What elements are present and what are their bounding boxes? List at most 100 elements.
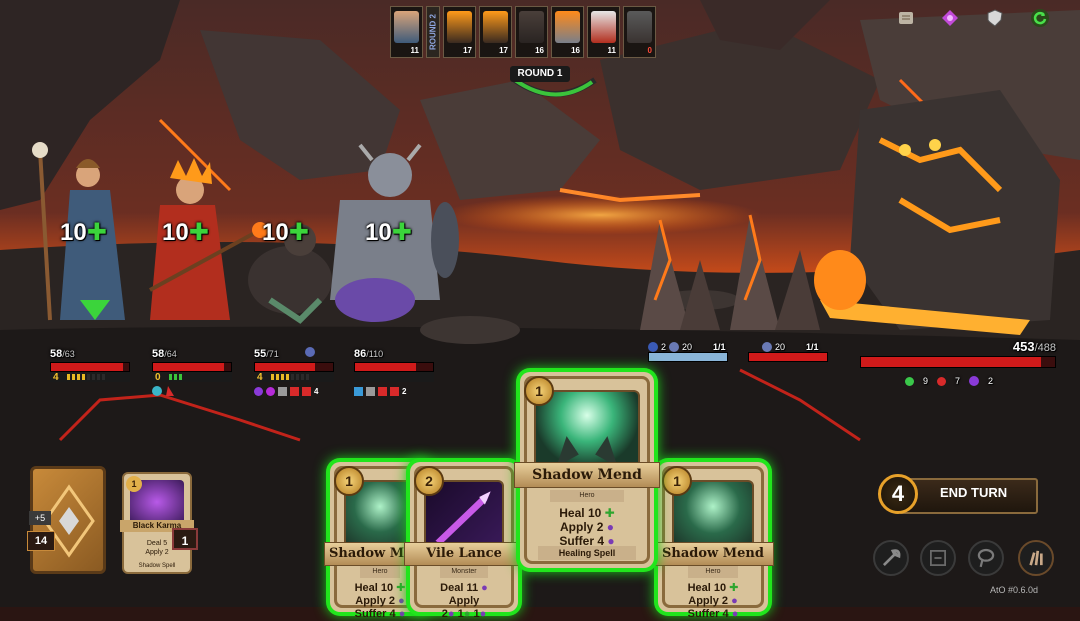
turn-portrait-flame-creature-b[interactable]: 17 bbox=[479, 6, 512, 58]
hp-value: 58 bbox=[50, 348, 63, 360]
shield-value: 20 bbox=[775, 342, 786, 352]
turn-portrait-flame-creature-a[interactable]: 17 bbox=[443, 6, 476, 58]
heal-amount: 10 bbox=[60, 219, 87, 246]
effect-label: Apply bbox=[688, 595, 719, 607]
energy-pip bbox=[97, 374, 100, 380]
enemy-boss-status: 453/488 bbox=[860, 338, 1056, 368]
card-footer: Healing Spell bbox=[538, 546, 636, 560]
deck-count: 14 bbox=[27, 531, 55, 551]
energy-pip bbox=[291, 374, 294, 380]
turn-portrait-priestess[interactable]: 11 bbox=[390, 6, 423, 58]
energy-pip bbox=[179, 374, 182, 380]
enemy-spike-2-status: 20 1/1 bbox=[748, 342, 828, 362]
lasso-icon[interactable] bbox=[968, 540, 1004, 576]
hp-fill bbox=[355, 363, 416, 371]
effect-label: Heal bbox=[559, 506, 585, 520]
turn-order-bar: 11 ROUND 2 17 17 16 16 11 0 bbox=[390, 6, 690, 58]
hp-max: /63 bbox=[62, 349, 75, 359]
energy-value: 4 bbox=[257, 371, 263, 383]
hp-bar bbox=[354, 362, 434, 372]
enemy-boss-buffs: 9 7 2 bbox=[905, 376, 993, 386]
card-cost: 1 bbox=[126, 476, 142, 492]
effect-value: 10 bbox=[587, 506, 602, 520]
shield-icon bbox=[669, 342, 680, 352]
hero-3-heal-indicator: 10✚ bbox=[262, 218, 309, 247]
stack-value: 2 bbox=[661, 342, 667, 352]
refresh-icon[interactable] bbox=[1030, 8, 1050, 28]
turn-portrait-fire-monk[interactable]: 11 bbox=[587, 6, 620, 58]
draw-pile[interactable]: +5 14 bbox=[27, 466, 106, 574]
hero-4-status: 86/110 bbox=[354, 344, 434, 382]
energy-pip bbox=[301, 374, 304, 380]
heal-amount: 10 bbox=[262, 219, 289, 246]
shield-icon[interactable] bbox=[985, 8, 1005, 28]
energy-pip bbox=[92, 374, 95, 380]
effect-label: Apply bbox=[448, 595, 480, 607]
shadow-icon: ● bbox=[398, 595, 405, 607]
turn-portrait-rat-scout[interactable]: 16 bbox=[515, 6, 548, 58]
hand-card-vile-lance[interactable]: 2 Vile Lance Monster Deal 11 ● Apply 2● … bbox=[404, 462, 524, 620]
card-art bbox=[534, 390, 640, 472]
hp-fill bbox=[255, 363, 316, 371]
hand-card-shadow-mend-2[interactable]: 1 Shadow Mend Hero Heal 10 ✚ Apply 2 ● S… bbox=[514, 372, 660, 568]
discard-count[interactable]: 1 bbox=[172, 528, 198, 550]
gem-icon[interactable] bbox=[940, 8, 960, 28]
dark-icon: ● bbox=[731, 608, 739, 620]
card-footer: Shadow Spell bbox=[138, 563, 176, 569]
effect-value: 2 bbox=[596, 520, 604, 534]
turn-portrait-demon-knight[interactable]: 16 bbox=[551, 6, 584, 58]
hp-value: 1/1 bbox=[713, 342, 726, 352]
stack-icon bbox=[648, 342, 658, 352]
rune-icon[interactable] bbox=[920, 540, 956, 576]
fury-icon bbox=[290, 386, 299, 396]
fast-icon bbox=[354, 386, 363, 396]
shadow-icon: ● bbox=[606, 520, 614, 534]
hp-bar bbox=[254, 362, 334, 372]
energy-bar: 0 bbox=[152, 372, 232, 383]
hero-3-status: 55/71 4 bbox=[254, 344, 334, 383]
energy-pip bbox=[296, 374, 299, 380]
hp-fill bbox=[153, 363, 224, 371]
hp-value: 86 bbox=[354, 348, 367, 360]
hero-3-effects: 4 bbox=[254, 383, 334, 399]
energy-pip bbox=[286, 374, 289, 380]
hp-value: 1/1 bbox=[806, 342, 819, 352]
hp-fill bbox=[51, 363, 123, 371]
hands-icon bbox=[556, 436, 618, 467]
poison-icon: ● bbox=[463, 608, 471, 620]
effect-value: 10 bbox=[713, 582, 727, 594]
discard-pile-card[interactable]: 1 Black Karma Deal 5 Apply 2 Shadow Spel… bbox=[120, 472, 194, 574]
energy-pip bbox=[77, 374, 80, 380]
card-cost: 1 bbox=[524, 376, 554, 406]
turn-speed: 11 bbox=[607, 46, 616, 55]
deck-bonus: +5 bbox=[29, 511, 51, 525]
axe-icon[interactable] bbox=[873, 540, 909, 576]
map-scroll-icon[interactable] bbox=[896, 8, 916, 28]
hero-4-effects: 2 bbox=[354, 383, 434, 399]
energy-pip bbox=[276, 374, 279, 380]
end-turn-button[interactable]: 4 END TURN bbox=[878, 474, 1038, 514]
armor-piece-icon bbox=[278, 386, 287, 396]
card-cost: 1 bbox=[662, 466, 692, 496]
buff-stack: 7 bbox=[955, 376, 961, 386]
hp-fill bbox=[749, 353, 827, 361]
plus-icon: ✚ bbox=[188, 219, 209, 246]
turn-speed: 17 bbox=[463, 46, 472, 55]
shadow-icon: ● bbox=[731, 595, 738, 607]
energy-bar: 4 bbox=[50, 372, 130, 383]
fury-icon bbox=[937, 376, 947, 386]
hand-card-shadow-mend-3[interactable]: 1 Shadow Mend Hero Heal 10 ✚ Apply 2 ● S… bbox=[652, 462, 774, 620]
enemy-spike-1-status: 2 20 1/1 bbox=[648, 342, 728, 362]
turn-speed: 16 bbox=[571, 46, 580, 55]
claw-icon[interactable] bbox=[1018, 540, 1054, 576]
hp-bar bbox=[860, 356, 1056, 368]
hp-max: /64 bbox=[164, 349, 177, 359]
plus-icon: ✚ bbox=[86, 219, 107, 246]
hero-2-effects bbox=[152, 386, 174, 396]
effect-value: 4 bbox=[722, 608, 729, 620]
energy-pip bbox=[174, 374, 177, 380]
card-name: Shadow Mend bbox=[514, 462, 660, 488]
heal-plus-icon: ✚ bbox=[396, 582, 406, 594]
effect-value: 2 bbox=[721, 595, 729, 607]
turn-portrait-golem[interactable]: 0 bbox=[623, 6, 656, 58]
